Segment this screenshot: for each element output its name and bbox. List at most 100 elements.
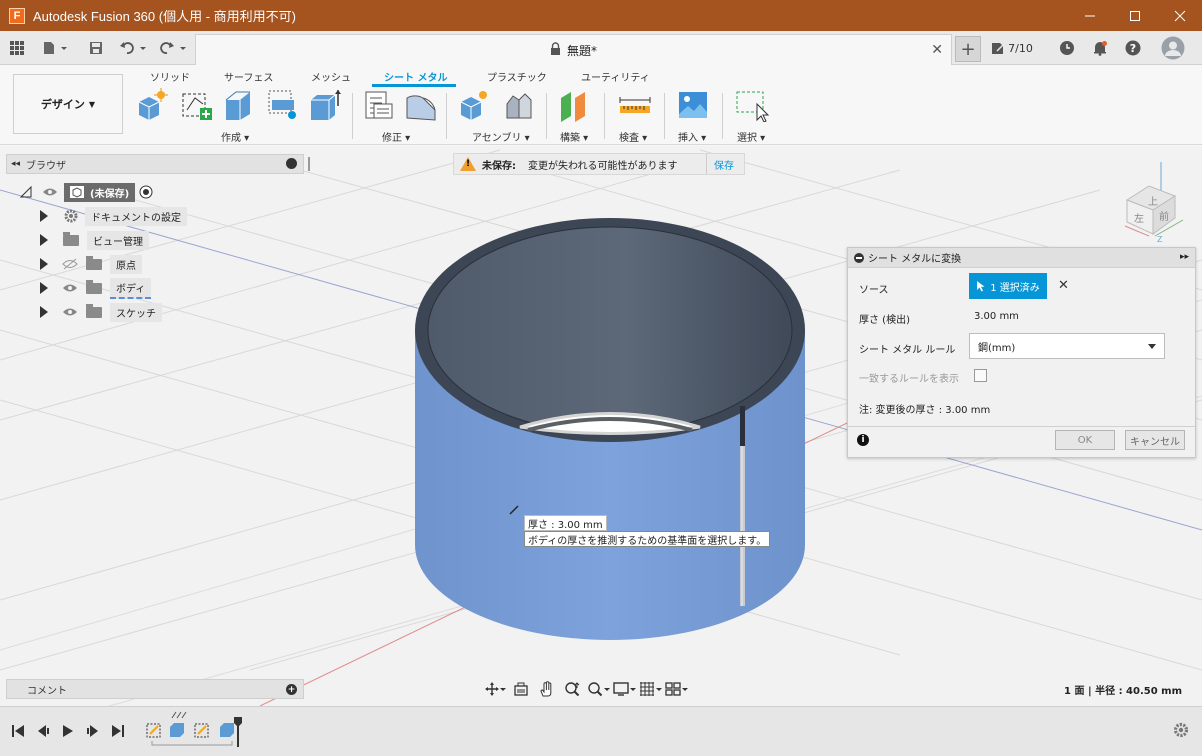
measure-icon[interactable] xyxy=(618,88,652,122)
new-component-icon[interactable] xyxy=(136,88,170,122)
flange-sketch-icon[interactable] xyxy=(180,88,214,122)
collapse-left-icon[interactable]: ◂◂ xyxy=(11,159,20,169)
tab-surface[interactable]: サーフェス xyxy=(224,69,273,84)
browser-item-document-settings[interactable]: ドキュメントの設定 xyxy=(40,206,187,226)
dialog-collapse-icon[interactable] xyxy=(854,252,864,263)
group-construct[interactable]: 構築 ▾ xyxy=(560,129,588,144)
expand-triangle-icon[interactable] xyxy=(40,282,48,294)
display-settings-icon[interactable] xyxy=(613,679,637,699)
comments-panel[interactable]: コメント + xyxy=(6,679,304,699)
notification-bell-icon[interactable] xyxy=(1090,31,1110,65)
viewports-icon[interactable] xyxy=(665,679,689,699)
convert-to-sheet-metal-icon[interactable] xyxy=(404,88,438,122)
insert-image-icon[interactable] xyxy=(676,88,710,122)
sheet-metal-rule-dropdown[interactable]: 鋼(mm) xyxy=(969,333,1165,359)
timeline-feature-extrude[interactable] xyxy=(168,721,186,739)
maximize-button[interactable] xyxy=(1112,0,1157,31)
timeline-group-bracket xyxy=(151,741,233,746)
panel-grip[interactable] xyxy=(308,157,310,171)
go-to-start-icon[interactable] xyxy=(10,723,26,739)
browser-item-origin[interactable]: 原点 xyxy=(40,254,142,274)
collapse-triangle-icon[interactable] xyxy=(20,186,32,198)
activate-radio-icon[interactable] xyxy=(139,185,153,199)
close-tab-icon[interactable]: ✕ xyxy=(931,42,943,58)
expand-triangle-icon[interactable] xyxy=(40,210,48,222)
dialog-expand-icon[interactable]: ▸▸ xyxy=(1180,252,1189,262)
undo-icon[interactable] xyxy=(118,31,150,65)
expand-triangle-icon[interactable] xyxy=(40,258,48,270)
visibility-eye-icon[interactable] xyxy=(62,282,78,294)
look-at-icon[interactable] xyxy=(509,679,533,699)
ok-button[interactable]: OK xyxy=(1055,430,1115,450)
browser-root-row[interactable]: (未保存) xyxy=(20,182,153,202)
group-insert[interactable]: 挿入 ▾ xyxy=(678,129,706,144)
workspace-switcher[interactable]: デザイン ▼ xyxy=(13,74,123,134)
expand-triangle-icon[interactable] xyxy=(40,234,48,246)
info-icon[interactable]: i xyxy=(857,434,869,446)
assemble-component-icon[interactable] xyxy=(458,88,492,122)
file-menu-icon[interactable] xyxy=(40,31,72,65)
tab-mesh[interactable]: メッシュ xyxy=(311,69,351,84)
tab-sheet-metal[interactable]: シート メタル xyxy=(384,69,447,84)
add-comment-icon[interactable]: + xyxy=(286,684,297,695)
timeline-settings-gear-icon[interactable] xyxy=(1172,721,1190,739)
match-rule-checkbox[interactable] xyxy=(974,369,987,382)
banner-save-link[interactable]: 保存 xyxy=(714,157,734,172)
browser-item-sketches[interactable]: スケッチ xyxy=(40,302,162,322)
minimize-button[interactable] xyxy=(1067,0,1112,31)
browser-minimize-icon[interactable] xyxy=(286,158,297,169)
step-forward-icon[interactable] xyxy=(85,723,101,739)
rule-label: シート メタル ルール xyxy=(859,345,956,356)
redo-icon[interactable] xyxy=(158,31,190,65)
job-status[interactable]: 7/10 xyxy=(990,31,1034,65)
timeline-feature-sketch[interactable] xyxy=(146,721,164,739)
pan-hand-icon[interactable] xyxy=(535,679,559,699)
visibility-eye-icon[interactable] xyxy=(42,186,58,198)
group-modify[interactable]: 修正 ▾ xyxy=(382,129,410,144)
group-inspect[interactable]: 検査 ▾ xyxy=(619,129,647,144)
orbit-icon[interactable] xyxy=(483,679,507,699)
browser-header[interactable]: ◂◂ ブラウザ xyxy=(6,154,310,174)
browser-item-label: スケッチ xyxy=(110,302,162,322)
unfold-icon[interactable] xyxy=(266,88,300,122)
tab-utility[interactable]: ユーティリティ xyxy=(581,69,650,84)
zoom-icon[interactable] xyxy=(561,679,585,699)
hidden-eye-icon[interactable] xyxy=(62,258,78,270)
visibility-eye-icon[interactable] xyxy=(62,306,78,318)
grid-settings-icon[interactable] xyxy=(639,679,663,699)
go-to-end-icon[interactable] xyxy=(110,723,126,739)
zoom-window-icon[interactable] xyxy=(587,679,611,699)
root-component-label[interactable]: (未保存) xyxy=(64,182,136,202)
group-assemble[interactable]: アセンブリ ▾ xyxy=(472,129,530,144)
offset-plane-icon[interactable] xyxy=(558,88,592,122)
joint-icon[interactable] xyxy=(502,88,536,122)
cancel-button[interactable]: キャンセル xyxy=(1125,430,1185,450)
source-selection-button[interactable]: 1 選択済み xyxy=(969,273,1047,299)
viewcube[interactable]: 上 左 前 Z xyxy=(1113,160,1193,245)
step-back-icon[interactable] xyxy=(35,723,51,739)
folder-icon xyxy=(86,255,102,270)
browser-item-bodies[interactable]: ボディ xyxy=(40,277,152,299)
group-create[interactable]: 作成 ▾ xyxy=(221,129,249,144)
apps-grid-icon[interactable] xyxy=(6,31,28,65)
user-avatar-icon[interactable] xyxy=(1160,31,1186,65)
clock-icon[interactable] xyxy=(1057,31,1077,65)
timeline-feature-sketch[interactable] xyxy=(194,721,212,739)
dialog-header[interactable]: シート メタルに変換 ▸▸ xyxy=(848,248,1195,268)
browser-item-view-management[interactable]: ビュー管理 xyxy=(40,230,149,250)
flange-icon[interactable] xyxy=(222,88,256,122)
close-window-button[interactable] xyxy=(1157,0,1202,31)
clear-selection-icon[interactable]: ✕ xyxy=(1058,278,1069,293)
tab-plastic[interactable]: プラスチック xyxy=(487,69,547,84)
play-icon[interactable] xyxy=(60,723,76,739)
expand-triangle-icon[interactable] xyxy=(40,306,48,318)
extrude-icon[interactable] xyxy=(308,88,342,122)
new-tab-button[interactable]: + xyxy=(955,36,981,62)
tab-solid[interactable]: ソリッド xyxy=(150,69,190,84)
select-icon[interactable] xyxy=(735,88,770,123)
save-icon[interactable] xyxy=(86,31,106,65)
document-tab[interactable]: 無題* ✕ xyxy=(195,34,952,65)
group-select[interactable]: 選択 ▾ xyxy=(737,129,765,144)
sheet-metal-rules-icon[interactable] xyxy=(362,88,396,122)
help-icon[interactable]: ? xyxy=(1123,31,1143,65)
